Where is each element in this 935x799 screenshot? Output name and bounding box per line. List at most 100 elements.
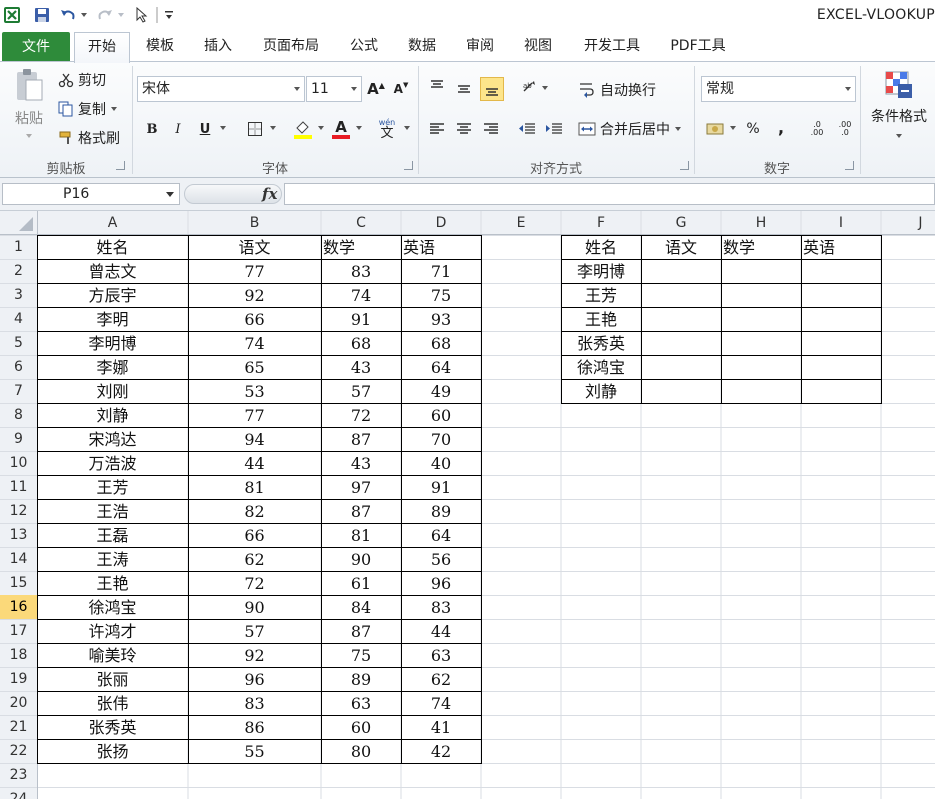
table1-cell[interactable]: 74 [323,284,399,308]
tab-view[interactable]: 视图 [512,30,564,62]
table1-cell[interactable]: 42 [403,740,479,764]
table1-cell[interactable]: 刘静 [39,404,186,428]
table1-cell[interactable]: 张伟 [39,692,186,716]
tab-developer[interactable]: 开发工具 [572,30,652,62]
grow-font-button[interactable]: A ▲ [365,78,387,100]
table1-cell[interactable]: 宋鸿达 [39,428,186,452]
table1-cell[interactable]: 97 [323,476,399,500]
phonetic-button[interactable]: wén 文 [376,118,398,140]
table1-cell[interactable]: 王磊 [39,524,186,548]
table1-cell[interactable]: 81 [190,476,319,500]
table1-cell[interactable]: 万浩波 [39,452,186,476]
format-painter-button[interactable]: 格式刷 [58,128,120,148]
borders-button[interactable] [244,118,266,140]
table1-cell[interactable]: 65 [190,356,319,380]
table1-cell[interactable]: 66 [190,524,319,548]
copy-button[interactable]: 复制 [58,99,117,119]
insert-function-icon[interactable]: fx [262,185,277,203]
row-header-13[interactable]: 13 [0,523,37,547]
table1-cell[interactable]: 70 [403,428,479,452]
column-header-i[interactable]: I [801,211,881,235]
phonetic-dropdown-icon[interactable] [404,126,410,130]
table2-name-cell[interactable]: 刘静 [563,380,639,404]
table1-cell[interactable]: 96 [403,572,479,596]
tab-file[interactable]: 文件 [2,32,70,62]
table1-cell[interactable]: 87 [323,500,399,524]
borders-dropdown-icon[interactable] [270,126,276,130]
table1-cell[interactable]: 92 [190,284,319,308]
table1-header-cell[interactable]: 姓名 [39,236,186,260]
table1-cell[interactable]: 王涛 [39,548,186,572]
number-launcher-icon[interactable] [845,161,854,170]
table1-cell[interactable]: 71 [403,260,479,284]
shrink-font-button[interactable]: A ▼ [390,78,412,100]
table1-cell[interactable]: 张秀英 [39,716,186,740]
column-header-c[interactable]: C [321,211,401,235]
font-color-button[interactable]: A [330,118,352,140]
row-header-21[interactable]: 21 [0,715,37,739]
table2-name-cell[interactable]: 李明博 [563,260,639,284]
align-top-button[interactable] [426,76,448,98]
tab-pdf-tools[interactable]: PDF工具 [660,30,736,62]
table1-cell[interactable]: 63 [403,644,479,668]
table2-header-cell[interactable]: 姓名 [563,236,639,260]
row-header-11[interactable]: 11 [0,475,37,499]
table1-cell[interactable]: 41 [403,716,479,740]
table1-cell[interactable]: 83 [323,260,399,284]
row-header-12[interactable]: 12 [0,499,37,523]
cut-button[interactable]: 剪切 [58,70,106,90]
alignment-launcher-icon[interactable] [680,161,689,170]
table1-cell[interactable]: 王浩 [39,500,186,524]
table1-cell[interactable]: 49 [403,380,479,404]
table1-cell[interactable]: 89 [323,668,399,692]
currency-button[interactable] [704,118,726,140]
row-header-23[interactable]: 23 [0,763,37,787]
table1-header-cell[interactable]: 数学 [323,236,399,260]
decrease-indent-button[interactable] [516,118,538,140]
table1-cell[interactable]: 53 [190,380,319,404]
table1-cell[interactable]: 93 [403,308,479,332]
table1-cell[interactable]: 92 [190,644,319,668]
align-center-button[interactable] [453,118,475,140]
percent-button[interactable]: % [742,118,764,140]
row-header-3[interactable]: 3 [0,283,37,307]
table1-cell[interactable]: 李明 [39,308,186,332]
table1-cell[interactable]: 83 [190,692,319,716]
row-header-20[interactable]: 20 [0,691,37,715]
table1-cell[interactable]: 77 [190,404,319,428]
row-header-18[interactable]: 18 [0,643,37,667]
table1-cell[interactable]: 曾志文 [39,260,186,284]
table1-cell[interactable]: 94 [190,428,319,452]
row-header-9[interactable]: 9 [0,427,37,451]
table1-cell[interactable]: 96 [190,668,319,692]
increase-decimal-button[interactable]: .0 .00 [804,118,830,140]
table1-cell[interactable]: 喻美玲 [39,644,186,668]
redo-dropdown[interactable] [116,5,126,25]
row-header-2[interactable]: 2 [0,259,37,283]
table1-header-cell[interactable]: 英语 [403,236,479,260]
save-icon[interactable] [32,5,52,25]
align-middle-button[interactable] [453,78,475,100]
table1-cell[interactable]: 60 [403,404,479,428]
table1-cell[interactable]: 44 [190,452,319,476]
column-header-b[interactable]: B [188,211,321,235]
tab-page-layout[interactable]: 页面布局 [252,30,330,62]
undo-icon[interactable] [58,5,78,25]
tab-home[interactable]: 开始 [74,32,130,63]
font-color-dropdown-icon[interactable] [356,126,362,130]
table1-cell[interactable]: 82 [190,500,319,524]
table1-cell[interactable]: 68 [403,332,479,356]
table1-cell[interactable]: 刘刚 [39,380,186,404]
wrap-text-button[interactable]: 自动换行 [578,80,656,100]
table2-name-cell[interactable]: 王艳 [563,308,639,332]
excel-logo-icon[interactable] [2,5,22,25]
row-header-16[interactable]: 16 [0,595,37,619]
increase-indent-button[interactable] [543,118,565,140]
row-header-1[interactable]: 1 [0,235,37,259]
table1-cell[interactable]: 72 [190,572,319,596]
decrease-decimal-button[interactable]: .00 .0 [832,118,858,140]
table1-cell[interactable]: 66 [190,308,319,332]
redo-icon[interactable] [95,5,115,25]
table1-cell[interactable]: 张扬 [39,740,186,764]
underline-dropdown-icon[interactable] [220,126,226,130]
